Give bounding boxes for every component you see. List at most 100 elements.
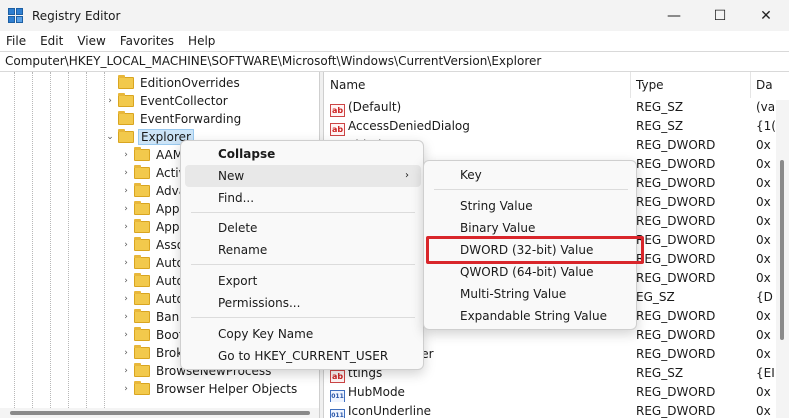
- folder-icon: [118, 129, 134, 143]
- value-type-cell: REG_DWORD: [636, 347, 716, 361]
- tree-horizontal-scrollbar[interactable]: [0, 408, 319, 418]
- expand-chevron-icon[interactable]: ›: [120, 294, 132, 304]
- tree-item-child[interactable]: › Appl: [120, 218, 185, 236]
- menu-help[interactable]: Help: [181, 34, 222, 48]
- value-name: (Default): [348, 100, 402, 114]
- menu-item-new-label: New: [218, 169, 245, 183]
- submenu-arrow-icon: ›: [405, 170, 409, 181]
- menu-item-copy-key-name[interactable]: Copy Key Name: [181, 323, 425, 345]
- collapse-chevron-icon[interactable]: ⌄: [104, 132, 116, 142]
- value-type-cell: REG_DWORD: [636, 309, 716, 323]
- tree-item-child[interactable]: › Adva: [120, 182, 188, 200]
- string-value-icon: ab: [330, 104, 345, 117]
- menu-edit[interactable]: Edit: [33, 34, 70, 48]
- menu-file[interactable]: File: [0, 34, 33, 48]
- submenu-item-multi-string-value[interactable]: Multi-String Value: [424, 283, 638, 305]
- menu-item-delete[interactable]: Delete: [181, 217, 425, 239]
- menu-item-permissions[interactable]: Permissions...: [181, 292, 425, 314]
- table-row[interactable]: ab AccessDeniedDialog REG_SZ {1(: [325, 117, 789, 136]
- tree-item-child[interactable]: › Browser Helper Objects: [120, 380, 299, 398]
- menu-item-find[interactable]: Find...: [181, 187, 425, 209]
- submenu-item-expandable-string-value[interactable]: Expandable String Value: [424, 305, 638, 327]
- tree-item-child[interactable]: › AAM: [120, 146, 185, 164]
- tree-item-eventforwarding[interactable]: EventForwarding: [104, 110, 243, 128]
- value-name: HubMode: [348, 385, 405, 399]
- value-name-cell: ab (Default): [330, 98, 630, 117]
- value-type-cell: REG_SZ: [636, 100, 684, 114]
- menu-item-new[interactable]: New ›: [185, 165, 421, 187]
- expand-chevron-icon[interactable]: ›: [120, 330, 132, 340]
- menu-separator: [434, 189, 628, 190]
- menu-view[interactable]: View: [70, 34, 112, 48]
- submenu-item-string-value[interactable]: String Value: [424, 195, 638, 217]
- expand-chevron-icon[interactable]: ›: [120, 150, 132, 160]
- column-header-data[interactable]: Da: [751, 72, 789, 98]
- table-row[interactable]: ab (Default) REG_SZ (va: [325, 98, 789, 117]
- tree-item-label: EditionOverrides: [140, 76, 240, 90]
- folder-icon: [134, 201, 150, 215]
- tree-item-child[interactable]: › Bann: [120, 308, 189, 326]
- tree-item-child[interactable]: › Appl: [120, 200, 185, 218]
- value-type-cell: REG_DWORD: [636, 404, 716, 418]
- tree-item-eventcollector[interactable]: › EventCollector: [104, 92, 230, 110]
- expand-chevron-icon[interactable]: ›: [120, 348, 132, 358]
- tree-item-child[interactable]: › Brok: [120, 344, 185, 362]
- menu-favorites[interactable]: Favorites: [113, 34, 181, 48]
- expand-chevron-icon[interactable]: ›: [120, 384, 132, 394]
- menu-separator: [191, 212, 415, 213]
- expand-chevron-icon[interactable]: ›: [120, 366, 132, 376]
- maximize-icon: ☐: [713, 7, 727, 24]
- submenu-item-key[interactable]: Key: [424, 164, 638, 186]
- window-title: Registry Editor: [32, 8, 121, 23]
- value-type-cell: REG_DWORD: [636, 138, 716, 152]
- folder-icon: [134, 237, 150, 251]
- value-type-cell: REG_DWORD: [636, 195, 716, 209]
- folder-icon: [134, 147, 150, 161]
- address-bar[interactable]: Computer\HKEY_LOCAL_MACHINE\SOFTWARE\Mic…: [0, 51, 789, 72]
- context-menu: Collapse New › Find... Delete Rename Exp…: [180, 140, 424, 370]
- tree-item-label: Browser Helper Objects: [156, 382, 298, 396]
- expand-chevron-icon[interactable]: ›: [120, 186, 132, 196]
- string-value-icon: ab: [330, 370, 345, 383]
- registry-editor-icon: [8, 7, 24, 24]
- tree-item-child[interactable]: › Asso: [120, 236, 186, 254]
- menu-bar: File Edit View Favorites Help: [0, 31, 789, 51]
- column-header-type[interactable]: Type: [631, 72, 751, 98]
- menu-item-rename[interactable]: Rename: [181, 239, 425, 261]
- folder-icon: [134, 381, 150, 395]
- expand-chevron-icon[interactable]: ›: [120, 168, 132, 178]
- folder-icon: [134, 255, 150, 269]
- close-button[interactable]: ✕: [743, 0, 789, 31]
- tree-item-child[interactable]: › Activ: [120, 164, 188, 182]
- folder-icon: [134, 345, 150, 359]
- tree-item-child[interactable]: › Auto: [120, 254, 186, 272]
- minimize-button[interactable]: —: [651, 0, 697, 31]
- menu-item-export[interactable]: Export: [181, 270, 425, 292]
- expand-chevron-icon[interactable]: ›: [120, 222, 132, 232]
- value-type-cell: REG_DWORD: [636, 214, 716, 228]
- expand-chevron-icon[interactable]: ›: [120, 240, 132, 250]
- tree-item-child[interactable]: › Auto: [120, 272, 186, 290]
- values-vertical-scrollbar[interactable]: [776, 100, 789, 418]
- table-row[interactable]: 011 HubMode REG_DWORD 0x: [325, 383, 789, 402]
- expand-chevron-icon[interactable]: ›: [120, 276, 132, 286]
- menu-item-goto-hkcu[interactable]: Go to HKEY_CURRENT_USER: [181, 345, 425, 367]
- submenu-item-qword-value[interactable]: QWORD (64-bit) Value: [424, 261, 638, 283]
- expand-chevron-icon[interactable]: ›: [104, 96, 116, 106]
- menu-item-collapse[interactable]: Collapse: [181, 143, 425, 165]
- expand-chevron-icon[interactable]: ›: [120, 258, 132, 268]
- new-submenu: Key String Value Binary Value DWORD (32-…: [423, 160, 644, 330]
- tree-item-child[interactable]: › Boot: [120, 326, 186, 344]
- expand-chevron-icon[interactable]: ›: [120, 312, 132, 322]
- folder-icon: [118, 75, 134, 89]
- tree-item-editionoverrides[interactable]: EditionOverrides: [104, 74, 242, 92]
- value-name: AccessDeniedDialog: [348, 119, 470, 133]
- tree-item-child[interactable]: › Auto: [120, 290, 186, 308]
- table-row[interactable]: 011 IconUnderline REG_DWORD 0x: [325, 402, 789, 418]
- string-value-icon: ab: [330, 123, 345, 136]
- menu-separator: [191, 317, 415, 318]
- maximize-button[interactable]: ☐: [697, 0, 743, 31]
- value-name-cell: 011 IconUnderline: [330, 402, 630, 418]
- column-header-name[interactable]: Name: [325, 72, 631, 98]
- expand-chevron-icon[interactable]: ›: [120, 204, 132, 214]
